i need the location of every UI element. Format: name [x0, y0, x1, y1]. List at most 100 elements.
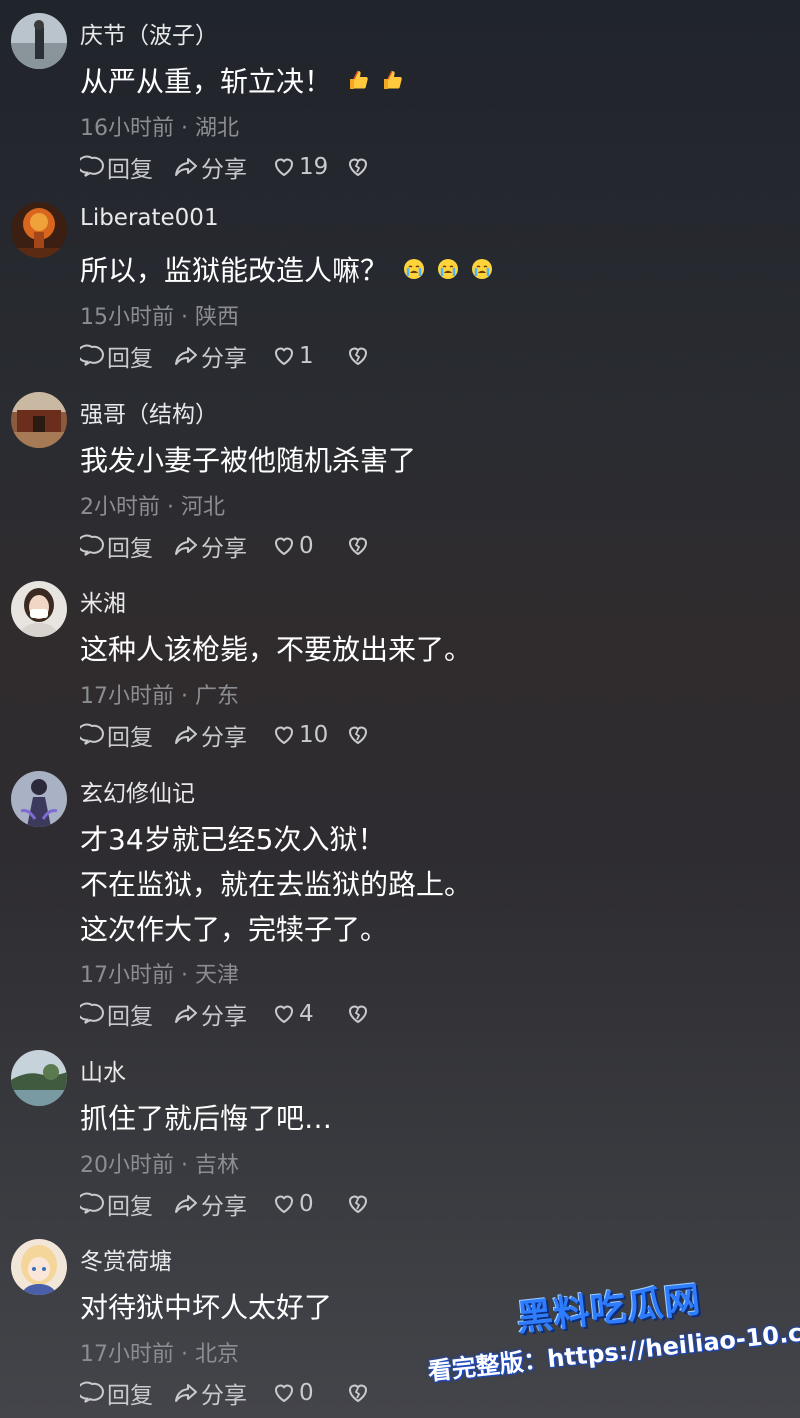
dislike-button[interactable] [346, 1192, 373, 1216]
share-button[interactable]: 分享 [174, 1187, 272, 1221]
username[interactable]: 米湘 [80, 584, 126, 618]
like-button[interactable]: 10 [272, 722, 346, 748]
username[interactable]: 冬赏荷塘 [80, 1242, 172, 1276]
crying-face-emoji [472, 259, 493, 279]
username[interactable]: 庆节（波子） [80, 16, 218, 50]
username[interactable]: 玄幻修仙记 [80, 774, 195, 808]
avatar[interactable] [11, 13, 67, 69]
like-count: 4 [299, 1001, 314, 1027]
like-count: 19 [299, 154, 329, 180]
broken-heart-icon [348, 1195, 368, 1214]
reply-button[interactable]: 回复 [80, 529, 174, 563]
share-icon [175, 1195, 197, 1213]
comment-actions: 回复 分享 0 [80, 1187, 373, 1221]
heart-icon [274, 1384, 294, 1403]
like-button[interactable]: 0 [272, 1380, 346, 1406]
comment-meta: 17小时前 · 天津 [80, 963, 239, 988]
reply-label: 回复 [107, 157, 153, 183]
reply-button[interactable]: 回复 [80, 150, 174, 184]
share-label: 分享 [201, 536, 247, 562]
share-icon [175, 537, 197, 555]
reply-button[interactable]: 回复 [80, 997, 174, 1031]
heart-icon [274, 726, 294, 745]
reply-button[interactable]: 回复 [80, 339, 174, 373]
avatar[interactable] [11, 202, 67, 258]
comment-line: 这种人该枪毙，不要放出来了。 [80, 633, 473, 666]
like-count: 0 [299, 1191, 314, 1217]
dislike-button[interactable] [346, 1002, 373, 1026]
heart-icon [274, 158, 294, 177]
share-button[interactable]: 分享 [174, 718, 272, 752]
avatar[interactable] [11, 1239, 67, 1295]
share-button[interactable]: 分享 [174, 339, 272, 373]
dislike-button[interactable] [346, 534, 373, 558]
avatar[interactable] [11, 771, 67, 827]
username[interactable]: 强哥（结构） [80, 395, 218, 429]
like-count: 1 [299, 343, 314, 369]
like-button[interactable]: 19 [272, 154, 346, 180]
broken-heart-icon [348, 158, 368, 177]
comment-actions: 回复 分享 4 [80, 997, 373, 1031]
comment-line: 这次作大了，完犊子了。 [80, 913, 389, 946]
avatar[interactable] [11, 392, 67, 448]
dislike-button[interactable] [346, 1381, 373, 1405]
comment-line: 才34岁就已经5次入狱！ [80, 823, 386, 856]
share-label: 分享 [201, 725, 247, 751]
like-count: 0 [299, 1380, 314, 1406]
reply-button[interactable]: 回复 [80, 718, 174, 752]
broken-heart-icon [348, 347, 368, 366]
broken-heart-icon [348, 1005, 368, 1024]
comment-text: 才34岁就已经5次入狱！ 不在监狱，就在去监狱的路上。 这次作大了，完犊子了。 [80, 817, 472, 952]
share-label: 分享 [201, 1004, 247, 1030]
like-button[interactable]: 0 [272, 533, 346, 559]
reply-icon [80, 1192, 104, 1214]
reply-icon [80, 1381, 104, 1403]
heart-icon [274, 537, 294, 556]
reply-button[interactable]: 回复 [80, 1187, 174, 1221]
username[interactable]: 山水 [80, 1053, 126, 1087]
avatar[interactable] [11, 581, 67, 637]
comment-meta: 20小时前 · 吉林 [80, 1153, 239, 1178]
share-button[interactable]: 分享 [174, 529, 272, 563]
avatar[interactable] [11, 1050, 67, 1106]
username[interactable]: Liberate001 [80, 205, 219, 231]
dislike-button[interactable] [346, 344, 373, 368]
like-button[interactable]: 0 [272, 1191, 346, 1217]
share-icon [175, 347, 197, 365]
reply-label: 回复 [107, 536, 153, 562]
like-button[interactable]: 1 [272, 343, 346, 369]
reply-button[interactable]: 回复 [80, 1376, 174, 1410]
dislike-button[interactable] [346, 155, 373, 179]
reply-icon [80, 344, 104, 366]
broken-heart-icon [348, 1384, 368, 1403]
comment-meta: 17小时前 · 北京 [80, 1342, 239, 1367]
dislike-button[interactable] [346, 723, 373, 747]
like-count: 10 [299, 722, 329, 748]
reply-icon [80, 1002, 104, 1024]
share-button[interactable]: 分享 [174, 997, 272, 1031]
comment-actions: 回复 分享 0 [80, 1376, 373, 1410]
share-button[interactable]: 分享 [174, 150, 272, 184]
comment-actions: 回复 分享 10 [80, 718, 373, 752]
share-button[interactable]: 分享 [174, 1376, 272, 1410]
share-icon [175, 158, 197, 176]
reply-label: 回复 [107, 1194, 153, 1220]
comment-text: 我发小妻子被他随机杀害了 [80, 438, 416, 483]
comment-line: 从严从重，斩立决！ [80, 65, 333, 98]
share-icon [175, 1005, 197, 1023]
comment-meta: 15小时前 · 陕西 [80, 305, 239, 330]
thumbs-up-emoji [350, 70, 368, 89]
comment-text: 抓住了就后悔了吧… [80, 1096, 332, 1141]
comment-actions: 回复 分享 1 [80, 339, 373, 373]
like-button[interactable]: 4 [272, 1001, 346, 1027]
share-label: 分享 [201, 1383, 247, 1409]
reply-label: 回复 [107, 1383, 153, 1409]
comment-line: 我发小妻子被他随机杀害了 [80, 444, 417, 477]
comment-meta: 2小时前 · 河北 [80, 495, 225, 520]
thumbs-up-emoji [384, 70, 402, 89]
share-icon [175, 726, 197, 744]
share-label: 分享 [201, 346, 247, 372]
broken-heart-icon [348, 537, 368, 556]
comment-meta: 16小时前 · 湖北 [80, 116, 239, 141]
reply-icon [80, 723, 104, 745]
